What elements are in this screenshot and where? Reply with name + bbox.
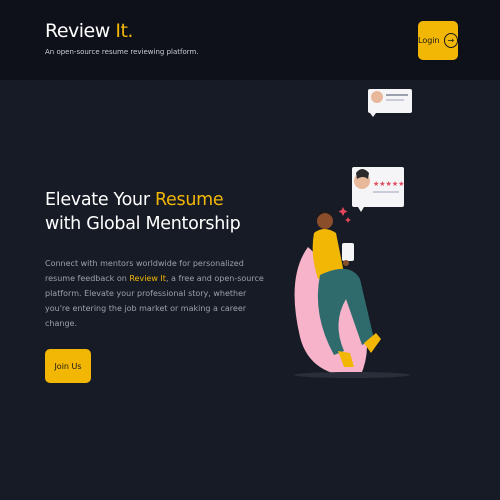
hero-description: Connect with mentors worldwide for perso… — [45, 256, 267, 331]
brand-name: Review — [45, 20, 110, 42]
brand-logo[interactable]: Review It. — [45, 20, 199, 42]
hero-title: Elevate Your Resume with Global Mentorsh… — [45, 188, 255, 236]
join-us-label: Join Us — [54, 361, 82, 371]
hero-desc-highlight: Review It — [129, 274, 166, 283]
hero-title-part1: Elevate Your — [45, 190, 155, 210]
login-button[interactable]: Login → — [418, 21, 458, 60]
brand-accent: It. — [115, 20, 133, 42]
join-us-button[interactable]: Join Us — [45, 349, 91, 383]
hero-title-accent: Resume — [154, 190, 224, 210]
review-card-top — [368, 89, 412, 117]
review-card-rating: ★★★★★ — [352, 167, 404, 212]
login-label: Login — [418, 36, 440, 45]
arrow-right-icon: → — [443, 33, 458, 48]
sparkle-icon — [338, 207, 351, 223]
hero-illustration: ★★★★★ — [294, 89, 412, 378]
brand-tagline: An open-source resume reviewing platform… — [45, 48, 199, 56]
rating-stars: ★★★★★ — [373, 180, 404, 188]
brand: Review It. An open-source resume reviewi… — [45, 20, 199, 56]
hero-title-part2: with Global Mentorship — [45, 214, 241, 234]
top-header: Review It. An open-source resume reviewi… — [0, 0, 500, 80]
